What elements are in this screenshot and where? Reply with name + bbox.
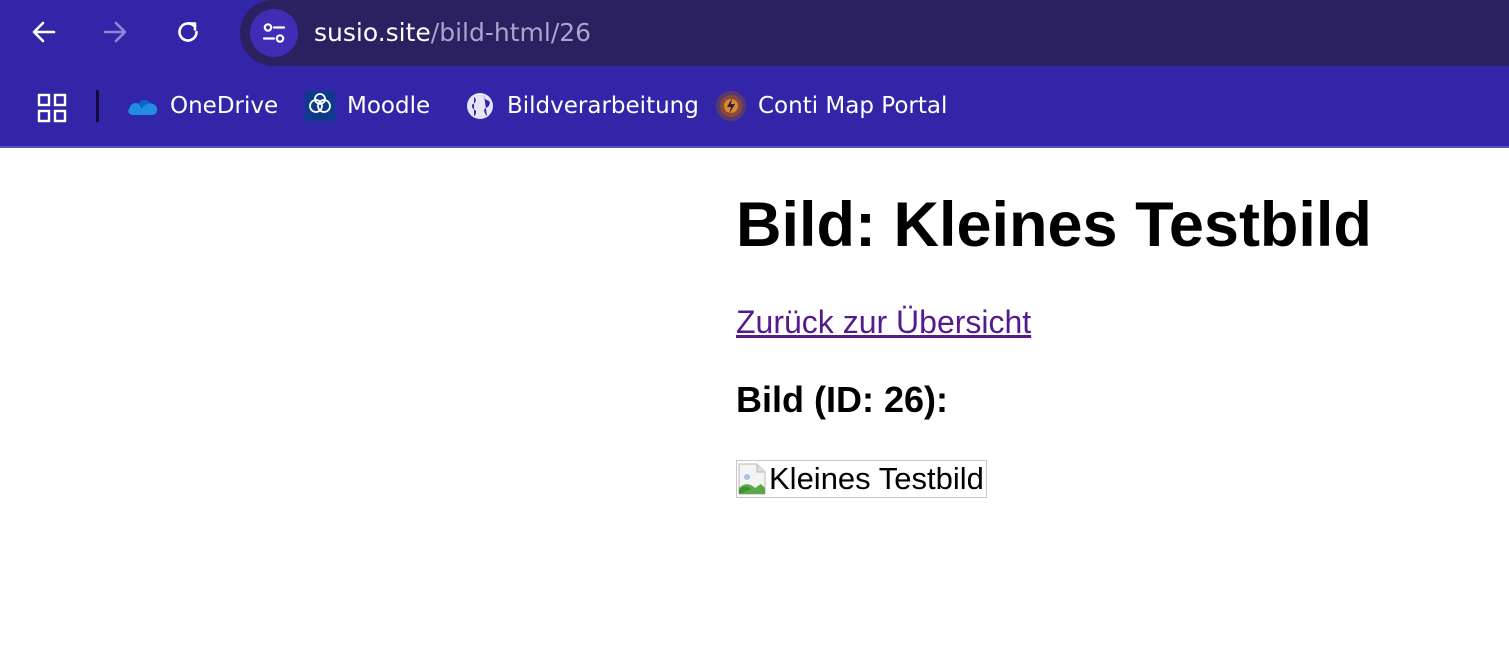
bookmark-label: Moodle	[347, 93, 431, 119]
site-info-button[interactable]	[250, 9, 298, 57]
apps-grid-icon	[37, 93, 67, 123]
bookmark-label: Conti Map Portal	[758, 93, 948, 119]
url-text[interactable]: susio.site/bild-html/26	[314, 17, 591, 49]
apps-button[interactable]	[30, 86, 74, 130]
browser-toolbar: susio.site/bild-html/26	[0, 0, 1509, 66]
broken-image: Kleines Testbild	[736, 460, 987, 498]
bookmarks-separator	[96, 90, 99, 122]
reload-icon	[178, 22, 198, 42]
back-button[interactable]	[21, 9, 67, 55]
arrow-right-icon	[103, 21, 127, 43]
image-alt-text: Kleines Testbild	[769, 461, 984, 496]
page-content: Bild: Kleines Testbild Zurück zur Übersi…	[736, 186, 1496, 501]
bookmarks-bar: OneDrive Moodle Bildverarbeitung Conti M…	[0, 66, 1509, 148]
globe-icon	[463, 89, 497, 123]
reload-button[interactable]	[165, 9, 211, 55]
arrow-left-icon	[32, 21, 56, 43]
back-to-overview-link[interactable]: Zurück zur Übersicht	[736, 302, 1031, 342]
onedrive-cloud-icon	[126, 89, 160, 123]
page-title: Bild: Kleines Testbild	[736, 190, 1372, 260]
bookmark-moodle[interactable]: Moodle	[303, 84, 430, 128]
url-host: susio.site	[314, 18, 431, 47]
bookmark-bildverarbeitung[interactable]: Bildverarbeitung	[463, 84, 699, 128]
bookmark-label: OneDrive	[170, 93, 279, 119]
broken-image-icon	[737, 462, 769, 496]
forward-button[interactable]	[92, 9, 138, 55]
conti-map-icon	[714, 89, 748, 123]
moodle-icon	[303, 89, 337, 123]
bookmark-conti-map-portal[interactable]: Conti Map Portal	[714, 84, 947, 128]
tune-icon	[262, 23, 286, 43]
bookmark-label: Bildverarbeitung	[507, 93, 699, 119]
url-path: /bild-html/26	[430, 18, 592, 47]
address-bar[interactable]: susio.site/bild-html/26	[240, 0, 1509, 66]
bookmark-onedrive[interactable]: OneDrive	[126, 84, 278, 128]
image-heading: Bild (ID: 26):	[736, 379, 948, 420]
